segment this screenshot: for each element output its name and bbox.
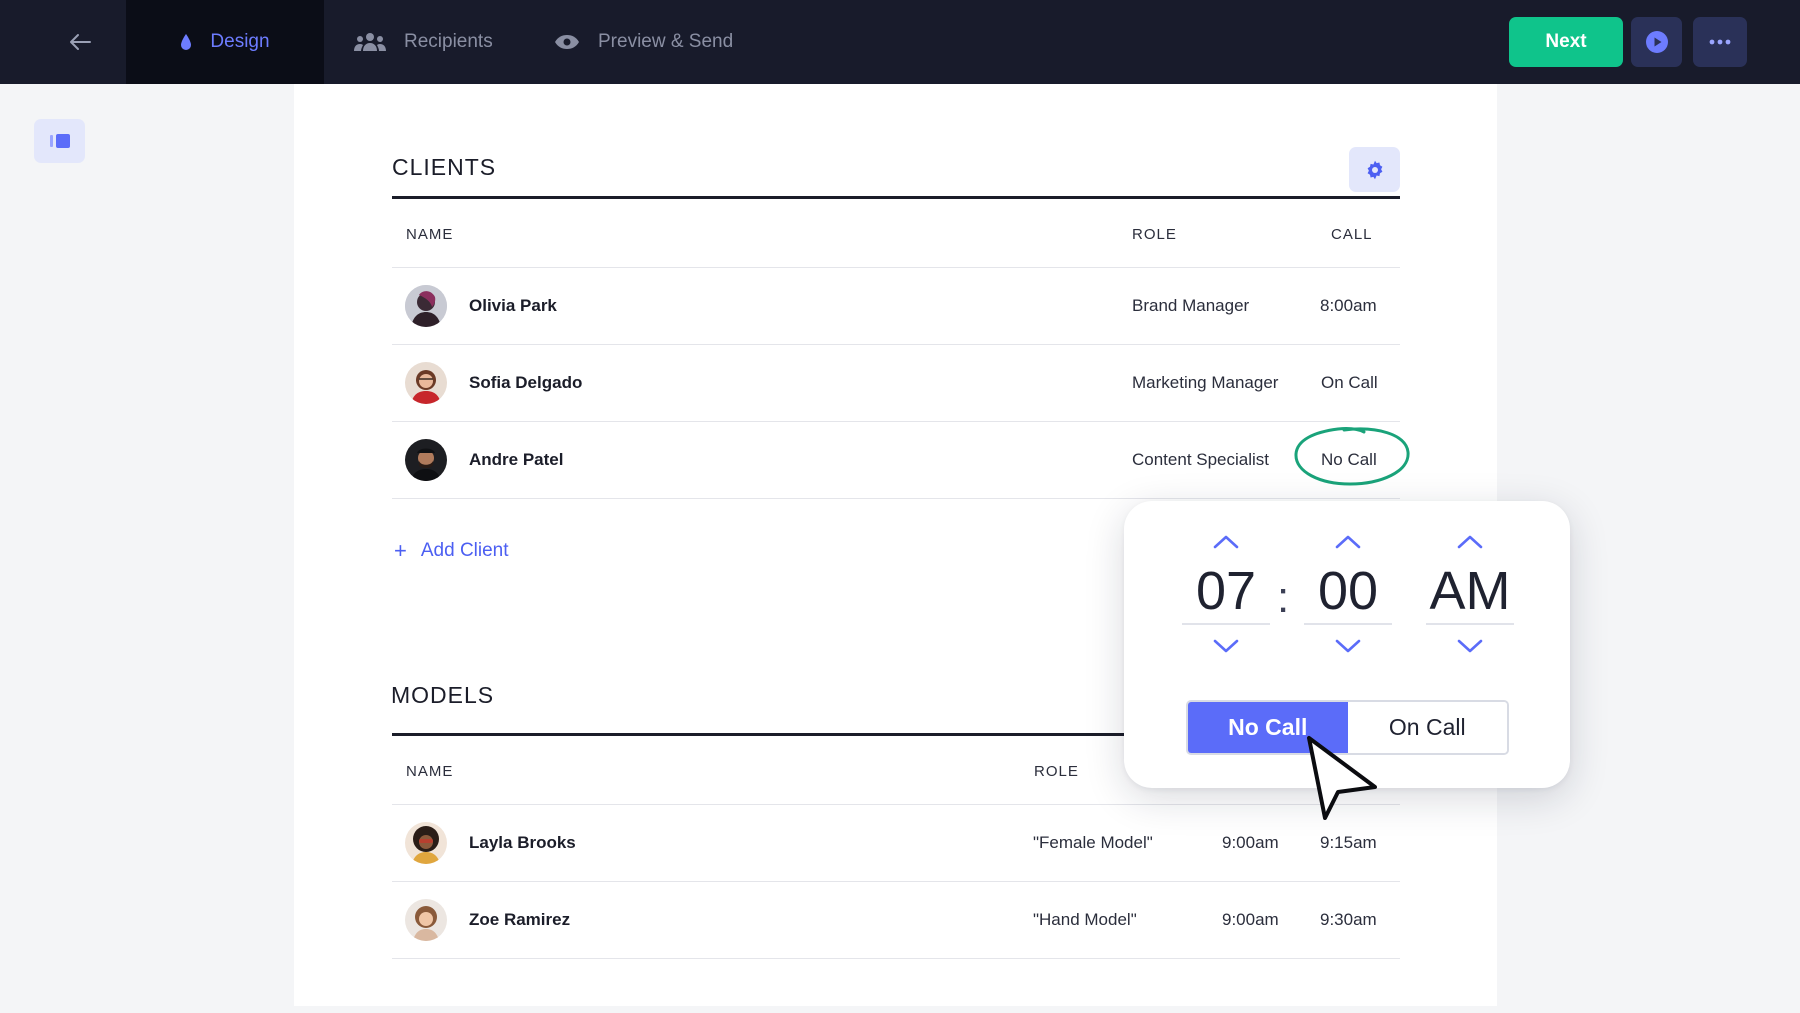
row-divider [392, 958, 1400, 959]
row-divider [392, 421, 1400, 422]
row-divider [392, 881, 1400, 882]
row-divider [392, 344, 1400, 345]
avatar [405, 439, 447, 481]
gear-icon [1367, 160, 1382, 179]
model-time-1[interactable]: 9:00am [1222, 833, 1279, 853]
models-col-role: ROLE [1034, 763, 1079, 780]
row-divider [392, 498, 1400, 499]
hour-down-button[interactable] [1182, 633, 1270, 659]
arrow-left-icon [70, 34, 91, 50]
tab-preview-label: Preview & Send [598, 31, 734, 52]
client-role: Marketing Manager [1132, 373, 1279, 392]
more-horizontal-icon [1709, 39, 1731, 45]
model-name: Zoe Ramirez [469, 910, 571, 929]
avatar [405, 899, 447, 941]
client-call[interactable]: On Call [1321, 373, 1378, 393]
clients-divider [392, 196, 1400, 199]
chevron-down-icon [1457, 639, 1483, 653]
minute-value[interactable]: 00 [1304, 555, 1392, 625]
tab-preview-send[interactable]: Preview & Send [554, 0, 733, 84]
model-role: "Female Model" [1033, 833, 1153, 852]
play-button[interactable] [1631, 17, 1682, 67]
time-separator: : [1277, 573, 1290, 622]
ampm-spinner: AM [1426, 529, 1514, 659]
add-client-button[interactable]: + Add Client [394, 538, 509, 564]
client-name: Olivia Park [469, 296, 557, 315]
minute-spinner: 00 [1304, 529, 1392, 659]
droplet-icon [180, 33, 192, 51]
ampm-up-button[interactable] [1426, 529, 1514, 555]
client-call[interactable]: 8:00am [1320, 296, 1377, 316]
models-col-name: NAME [406, 763, 454, 780]
avatar [405, 285, 447, 327]
hour-value[interactable]: 07 [1182, 555, 1270, 625]
clients-col-role: ROLE [1132, 226, 1177, 243]
chevron-up-icon [1213, 535, 1239, 549]
tab-design-label: Design [210, 31, 270, 52]
ampm-down-button[interactable] [1426, 633, 1514, 659]
tab-recipients-label: Recipients [404, 31, 493, 52]
back-button[interactable] [58, 22, 102, 62]
clients-col-call: CALL [1331, 226, 1373, 243]
panel-icon [49, 134, 70, 148]
highlight-ring [1294, 427, 1410, 486]
people-icon [354, 32, 386, 52]
clients-col-name: NAME [406, 226, 454, 243]
clients-settings-button[interactable] [1349, 147, 1400, 192]
mouse-cursor-icon [1307, 736, 1377, 820]
eye-icon [554, 34, 580, 50]
model-time-2[interactable]: 9:15am [1320, 833, 1377, 853]
plus-icon: + [394, 538, 407, 563]
ampm-value[interactable]: AM [1426, 555, 1514, 625]
sidebar-toggle-button[interactable] [34, 119, 85, 163]
client-role: Content Specialist [1132, 450, 1270, 469]
top-bar: Design Recipients Preview & Send Next [0, 0, 1800, 84]
tab-design[interactable]: Design [126, 0, 324, 84]
add-client-label: Add Client [420, 540, 509, 561]
chevron-down-icon [1335, 639, 1361, 653]
client-name: Andre Patel [469, 450, 564, 469]
model-time-1[interactable]: 9:00am [1222, 910, 1279, 930]
clients-section-title: CLIENTS [392, 154, 497, 180]
client-role: Brand Manager [1132, 296, 1250, 315]
model-role: "Hand Model" [1033, 910, 1137, 929]
avatar [405, 822, 447, 864]
hour-spinner: 07 [1182, 529, 1270, 659]
row-divider [392, 804, 1400, 805]
more-options-button[interactable] [1693, 17, 1747, 67]
model-name: Layla Brooks [469, 833, 576, 852]
chevron-down-icon [1213, 639, 1239, 653]
chevron-up-icon [1335, 535, 1361, 549]
hour-up-button[interactable] [1182, 529, 1270, 555]
avatar [405, 362, 447, 404]
next-button[interactable]: Next [1509, 17, 1623, 67]
minute-down-button[interactable] [1304, 633, 1392, 659]
row-divider [392, 267, 1400, 268]
chevron-up-icon [1457, 535, 1483, 549]
tab-recipients[interactable]: Recipients [354, 0, 493, 84]
model-time-2[interactable]: 9:30am [1320, 910, 1377, 930]
client-name: Sofia Delgado [469, 373, 583, 392]
play-icon [1645, 31, 1668, 53]
minute-up-button[interactable] [1304, 529, 1392, 555]
models-section-title: MODELS [391, 682, 495, 708]
